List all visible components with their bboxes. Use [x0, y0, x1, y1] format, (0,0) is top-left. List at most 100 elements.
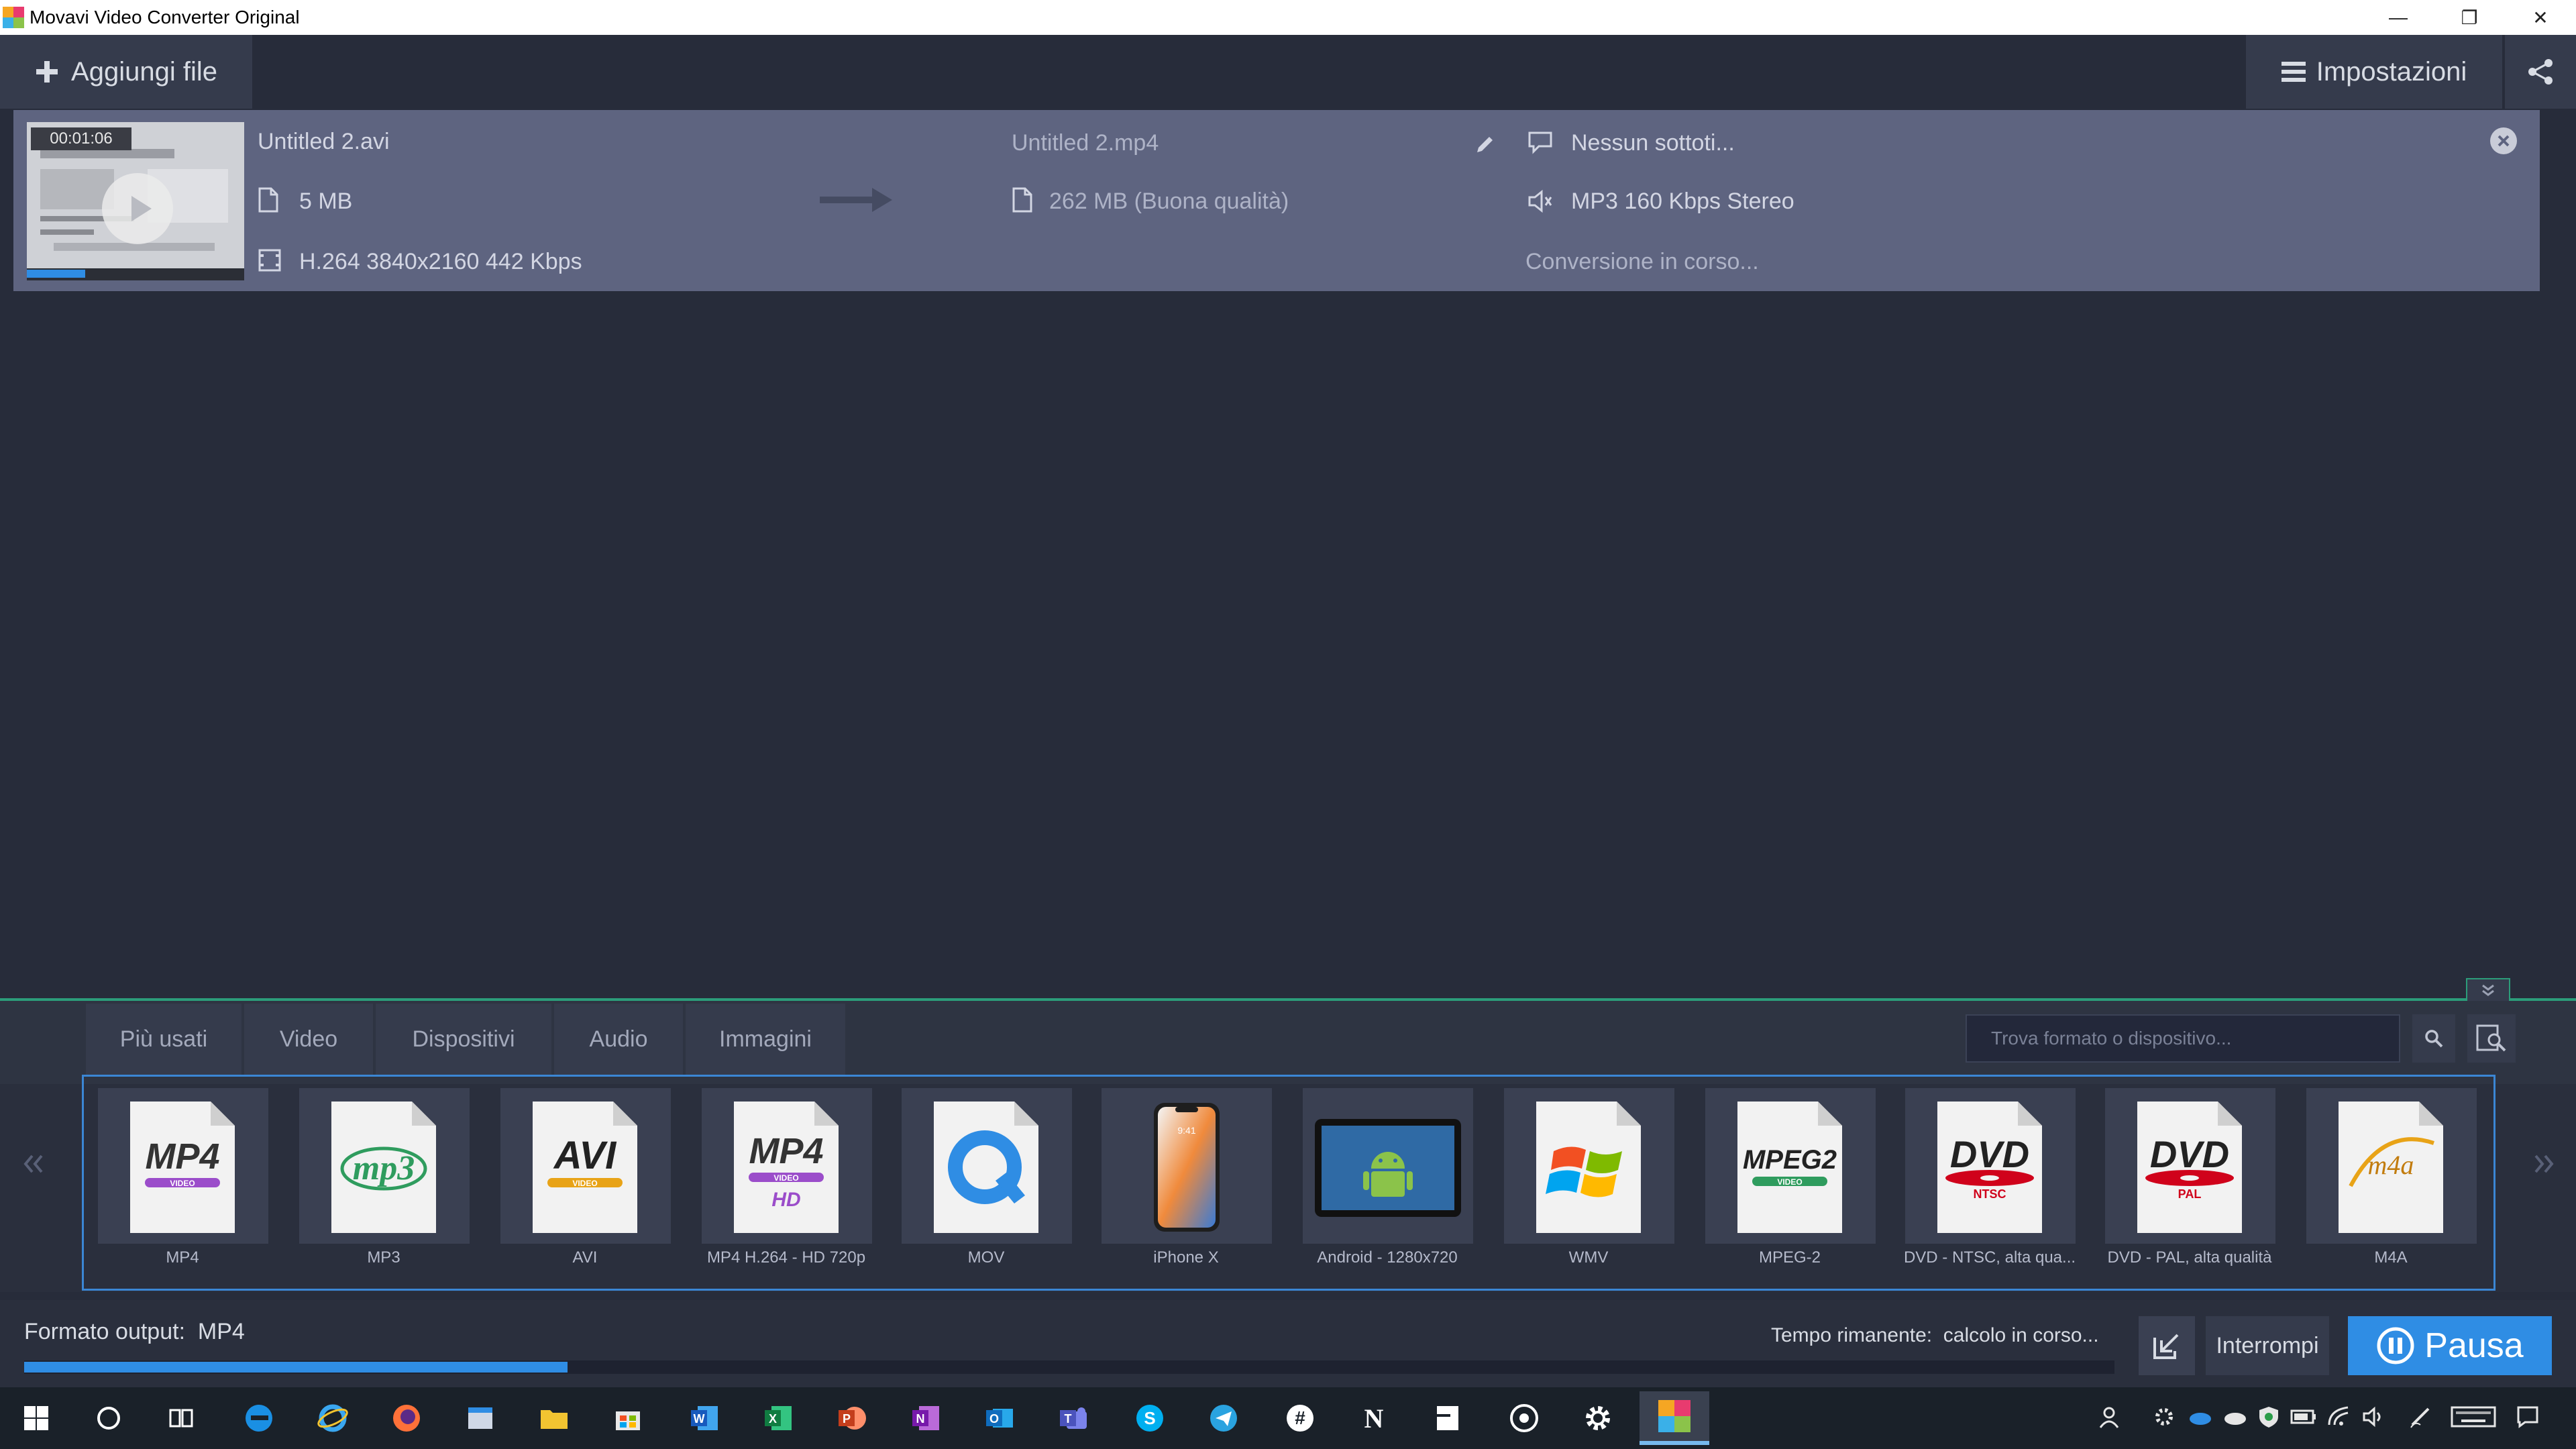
close-window-button[interactable]: ✕: [2505, 0, 2576, 35]
avi-icon: AVI VIDEO: [533, 1102, 637, 1233]
cloud-icon: [2190, 1413, 2211, 1425]
cortana-search-button[interactable]: [82, 1391, 136, 1445]
telegram-icon: [1210, 1405, 1237, 1432]
touch-keyboard-tray-icon[interactable]: [2449, 1402, 2498, 1432]
onedrive-tray-icon[interactable]: [2184, 1402, 2214, 1432]
cloud-icon: [2224, 1413, 2246, 1425]
taskbar-app-ie[interactable]: [306, 1391, 360, 1445]
taskbar-app-telegram[interactable]: [1197, 1391, 1250, 1445]
media-player-icon: [1510, 1404, 1538, 1432]
time-remaining: Tempo rimanente: calcolo in corso...: [1771, 1324, 2099, 1347]
svg-text:O: O: [989, 1412, 999, 1426]
svg-text:X: X: [769, 1412, 777, 1426]
volume-icon: [2363, 1406, 2381, 1428]
time-remaining-value: calcolo in corso...: [1943, 1324, 2099, 1346]
settings-tray-icon[interactable]: [2149, 1402, 2179, 1432]
taskbar-app-teams[interactable]: T: [1046, 1391, 1100, 1445]
output-file-size: 262 MB (Buona qualità): [1049, 189, 1289, 214]
scroll-left-button[interactable]: [13, 1140, 54, 1187]
restore-button[interactable]: ❐: [2434, 0, 2505, 35]
pause-button[interactable]: Pausa: [2348, 1316, 2552, 1375]
notion-icon: N: [1364, 1403, 1384, 1434]
time-remaining-label: Tempo rimanente:: [1771, 1324, 1933, 1346]
edit-pencil-icon[interactable]: [1474, 131, 1497, 154]
find-device-button[interactable]: [2467, 1014, 2516, 1063]
taskbar-app-settings[interactable]: [1571, 1391, 1625, 1445]
output-format-value[interactable]: MP4: [198, 1319, 245, 1344]
snipping-tool-icon: [1437, 1406, 1458, 1430]
minimize-button[interactable]: —: [2363, 0, 2434, 35]
taskbar-app-excel[interactable]: X: [751, 1391, 805, 1445]
security-tray-icon[interactable]: [2254, 1402, 2284, 1432]
svg-text:S: S: [1144, 1408, 1155, 1428]
input-codec-info: H.264 3840x2160 442 Kbps: [299, 249, 582, 274]
taskbar-app-edge[interactable]: [232, 1391, 286, 1445]
taskbar-app-media[interactable]: [1497, 1391, 1551, 1445]
open-output-folder-button[interactable]: [2139, 1316, 2195, 1375]
output-file-name[interactable]: Untitled 2.mp4: [1012, 129, 1159, 156]
stop-button[interactable]: Interrompi: [2206, 1316, 2329, 1375]
close-icon: ✕: [2532, 7, 2548, 28]
tab-most-used[interactable]: Più usati: [86, 1004, 241, 1075]
scroll-right-button[interactable]: [2524, 1140, 2564, 1187]
taskbar-app-slack[interactable]: #: [1273, 1391, 1327, 1445]
task-view-button[interactable]: [154, 1391, 208, 1445]
taskbar-app-onenote[interactable]: N: [899, 1391, 953, 1445]
share-button[interactable]: [2505, 35, 2576, 109]
windows-start-button[interactable]: [9, 1391, 63, 1445]
audio-selector[interactable]: MP3 160 Kbps Stereo: [1571, 188, 1794, 215]
wifi-icon: [2328, 1406, 2349, 1426]
taskbar-app-store[interactable]: [601, 1391, 655, 1445]
onenote-icon: N: [912, 1406, 939, 1430]
add-file-button[interactable]: Aggiungi file: [0, 35, 252, 109]
taskbar-app-word[interactable]: W: [678, 1391, 731, 1445]
cortana-circle-icon: [97, 1407, 120, 1430]
volume-tray-icon[interactable]: [2359, 1402, 2388, 1432]
subtitles-selector[interactable]: Nessun sottoti...: [1571, 129, 1735, 156]
tab-video[interactable]: Video: [244, 1004, 373, 1075]
share-icon: [2528, 59, 2553, 85]
taskbar-app-outlook[interactable]: O: [973, 1391, 1026, 1445]
format-search-input[interactable]: Trova formato o dispositivo...: [1966, 1014, 2400, 1063]
svg-text:VIDEO: VIDEO: [1777, 1177, 1802, 1187]
output-format-label: Formato output:: [24, 1319, 186, 1344]
search-button[interactable]: [2412, 1014, 2455, 1063]
tab-audio[interactable]: Audio: [554, 1004, 683, 1075]
remove-file-button[interactable]: [2490, 127, 2517, 154]
tab-devices[interactable]: Dispositivi: [376, 1004, 551, 1075]
taskbar-app-movavi-active[interactable]: [1640, 1391, 1709, 1445]
pen-icon: [2410, 1407, 2430, 1428]
taskbar-app-folder[interactable]: [527, 1391, 581, 1445]
outlook-icon: O: [986, 1409, 1013, 1428]
shield-icon: [2259, 1407, 2278, 1428]
action-center-tray-icon[interactable]: [2513, 1402, 2542, 1432]
taskbar-app-notion[interactable]: N: [1347, 1391, 1401, 1445]
tab-images[interactable]: Immagini: [686, 1004, 845, 1075]
taskbar-app-snip[interactable]: [1421, 1391, 1474, 1445]
collapse-panel-button[interactable]: [2466, 978, 2510, 1001]
m4a-icon: m4a: [2339, 1102, 2443, 1233]
onedrive-personal-tray-icon[interactable]: [2219, 1402, 2249, 1432]
taskbar-app-firefox[interactable]: [380, 1391, 433, 1445]
plus-icon: [36, 61, 58, 83]
taskbar-app-skype[interactable]: S: [1123, 1391, 1177, 1445]
task-view-icon: [169, 1409, 193, 1428]
settings-button[interactable]: Impostazioni: [2246, 35, 2502, 109]
settings-label: Impostazioni: [2316, 56, 2467, 87]
input-file-name[interactable]: Untitled 2.avi: [258, 128, 390, 155]
people-tray-icon[interactable]: [2094, 1402, 2124, 1432]
format-label: MP3: [367, 1248, 400, 1267]
wifi-tray-icon[interactable]: [2324, 1402, 2353, 1432]
movavi-logo-icon: [3, 7, 24, 28]
taskbar-app-explorer[interactable]: [453, 1391, 507, 1445]
format-label: AVI: [572, 1248, 598, 1267]
play-button[interactable]: [102, 173, 173, 244]
pen-tray-icon[interactable]: [2406, 1402, 2435, 1432]
format-label: WMV: [1568, 1248, 1609, 1267]
battery-tray-icon[interactable]: [2289, 1402, 2318, 1432]
svg-text:VIDEO: VIDEO: [773, 1173, 798, 1183]
quicktime-icon: [934, 1102, 1038, 1233]
window-title: Movavi Video Converter Original: [30, 7, 300, 28]
title-bar: [0, 0, 2576, 35]
taskbar-app-powerpoint[interactable]: P: [825, 1391, 879, 1445]
